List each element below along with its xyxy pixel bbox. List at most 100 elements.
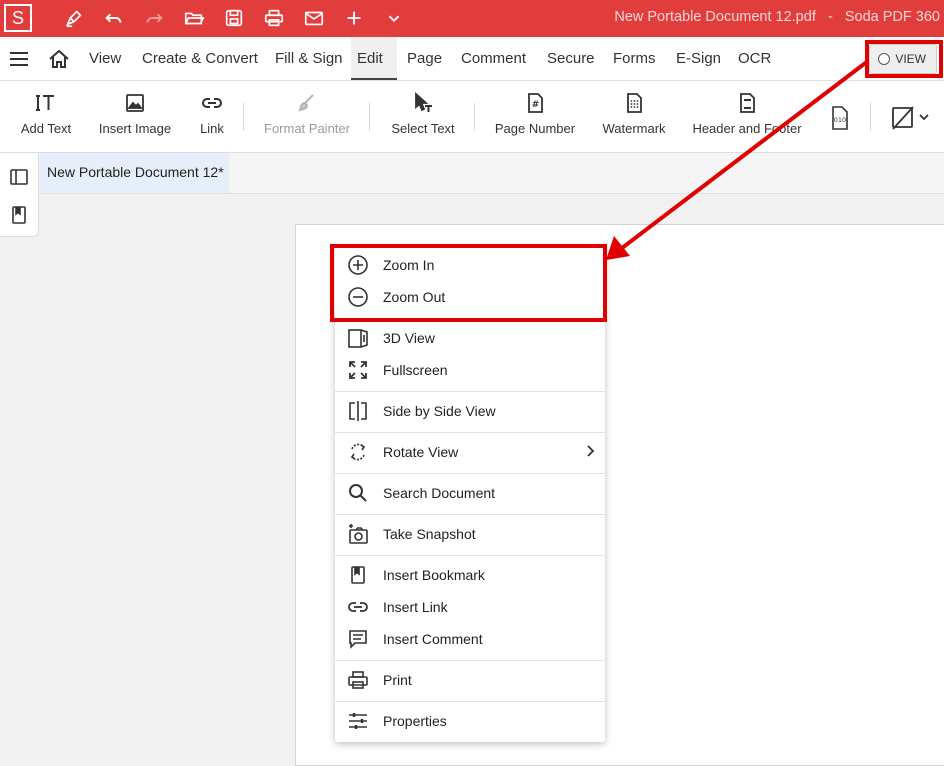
menu-insert-bookmark[interactable]: Insert Bookmark <box>335 559 605 591</box>
link-icon <box>348 602 368 612</box>
search-document-label: Search Document <box>383 485 496 501</box>
insert-link-label: Insert Link <box>383 599 448 615</box>
document-tab[interactable]: New Portable Document 12* <box>40 153 229 193</box>
menu-side-by-side[interactable]: Side by Side View <box>335 395 605 427</box>
header-footer-button[interactable]: Header and Footer <box>690 81 804 153</box>
save-icon[interactable] <box>220 5 248 31</box>
brush-icon <box>298 94 314 112</box>
menu-print[interactable]: Print <box>335 664 605 696</box>
side-by-side-icon <box>349 401 367 421</box>
format-painter-button[interactable]: Format Painter <box>260 81 354 153</box>
rotate-view-label: Rotate View <box>383 444 459 460</box>
ribbon-divider <box>474 103 475 131</box>
window-title: New Portable Document 12.pdf - Soda PDF … <box>614 9 940 25</box>
fullscreen-label: Fullscreen <box>383 362 448 378</box>
properties-label: Properties <box>383 713 447 729</box>
side-by-side-label: Side by Side View <box>383 403 496 419</box>
menu-rotate-view[interactable]: Rotate View <box>335 436 605 468</box>
header-footer-icon <box>740 93 755 113</box>
menu-search-document[interactable]: Search Document <box>335 477 605 509</box>
menu-3d-view[interactable]: 3D View <box>335 322 605 354</box>
menu-edit[interactable]: Edit <box>351 37 397 80</box>
redact-dropdown-button[interactable] <box>889 105 933 131</box>
header-footer-label: Header and Footer <box>692 121 802 136</box>
menu-divider <box>335 514 605 515</box>
title-bar: S New Portable Document 12.pdf - Soda PD… <box>0 0 944 37</box>
ribbon-divider <box>870 103 871 131</box>
home-icon[interactable] <box>47 48 71 70</box>
app-logo[interactable]: S <box>4 4 32 32</box>
menu-divider <box>335 473 605 474</box>
menu-divider <box>335 660 605 661</box>
menu-insert-comment[interactable]: Insert Comment <box>335 623 605 655</box>
hamburger-menu-icon[interactable] <box>8 49 30 69</box>
open-folder-icon[interactable] <box>180 5 208 31</box>
menu-properties[interactable]: Properties <box>335 705 605 737</box>
chevron-down-icon[interactable] <box>380 5 408 31</box>
select-text-button[interactable]: Select Text <box>387 81 459 153</box>
menu-comment[interactable]: Comment <box>455 37 532 80</box>
bates-numbering-button[interactable]: 010 <box>828 105 852 131</box>
format-painter-label: Format Painter <box>264 121 350 136</box>
redact-icon <box>892 106 929 130</box>
bookmark-panel-icon[interactable] <box>9 205 29 225</box>
highlight-zoom-items <box>330 244 607 322</box>
watermark-icon <box>627 93 642 113</box>
menu-fullscreen[interactable]: Fullscreen <box>335 354 605 386</box>
fullscreen-icon <box>349 361 367 379</box>
watermark-button[interactable]: Watermark <box>598 81 670 153</box>
insert-image-button[interactable]: Insert Image <box>94 81 176 153</box>
redo-icon[interactable] <box>140 5 168 31</box>
undo-icon[interactable] <box>100 5 128 31</box>
bates-icon-label: 010 <box>834 116 846 124</box>
print-icon <box>348 671 368 689</box>
page-number-button[interactable]: # Page Number <box>492 81 578 153</box>
insert-comment-label: Insert Comment <box>383 631 483 647</box>
print-label: Print <box>383 672 412 688</box>
properties-sliders-icon <box>349 713 367 729</box>
link-label: Link <box>200 121 224 136</box>
menu-e-sign[interactable]: E-Sign <box>670 37 727 80</box>
mail-icon[interactable] <box>300 5 328 31</box>
menu-page[interactable]: Page <box>401 37 448 80</box>
chevron-right-icon <box>587 445 595 457</box>
print-icon[interactable] <box>260 5 288 31</box>
title-separator: - <box>827 9 833 25</box>
3d-view-icon <box>348 329 368 348</box>
edit-ribbon: Add Text Insert Image Link Format Painte… <box>0 81 944 153</box>
panel-toggle-icon[interactable] <box>9 167 29 187</box>
insert-image-label: Insert Image <box>98 121 172 136</box>
menu-bar: View Create & Convert Fill & Sign Edit P… <box>0 37 944 81</box>
rotate-icon <box>350 443 366 461</box>
search-icon <box>349 484 367 502</box>
insert-bookmark-label: Insert Bookmark <box>383 567 485 583</box>
menu-divider <box>335 555 605 556</box>
menu-ocr[interactable]: OCR <box>732 37 777 80</box>
ribbon-divider <box>243 103 244 131</box>
menu-fill-sign[interactable]: Fill & Sign <box>269 37 349 80</box>
svg-text:#: # <box>532 100 540 110</box>
link-button[interactable]: Link <box>192 81 232 153</box>
new-plus-icon[interactable] <box>340 5 368 31</box>
add-text-button[interactable]: Add Text <box>14 81 78 153</box>
ribbon-divider <box>369 103 370 131</box>
menu-divider <box>335 432 605 433</box>
document-tab-bar: New Portable Document 12* <box>40 153 944 194</box>
select-text-label: Select Text <box>391 121 455 136</box>
menu-create-convert[interactable]: Create & Convert <box>136 37 264 80</box>
sign-pen-icon[interactable] <box>60 5 88 31</box>
page-number-icon: # <box>528 93 543 113</box>
menu-divider <box>335 701 605 702</box>
menu-take-snapshot[interactable]: Take Snapshot <box>335 518 605 550</box>
menu-divider <box>335 391 605 392</box>
menu-secure[interactable]: Secure <box>541 37 601 80</box>
app-name: Soda PDF 360 <box>844 9 940 25</box>
menu-view[interactable]: View <box>83 37 127 80</box>
side-panel <box>0 153 39 237</box>
add-text-icon <box>36 95 54 111</box>
add-text-label: Add Text <box>20 121 72 136</box>
menu-insert-link[interactable]: Insert Link <box>335 591 605 623</box>
3d-view-label: 3D View <box>383 330 435 346</box>
menu-forms[interactable]: Forms <box>607 37 662 80</box>
take-snapshot-label: Take Snapshot <box>383 526 476 542</box>
